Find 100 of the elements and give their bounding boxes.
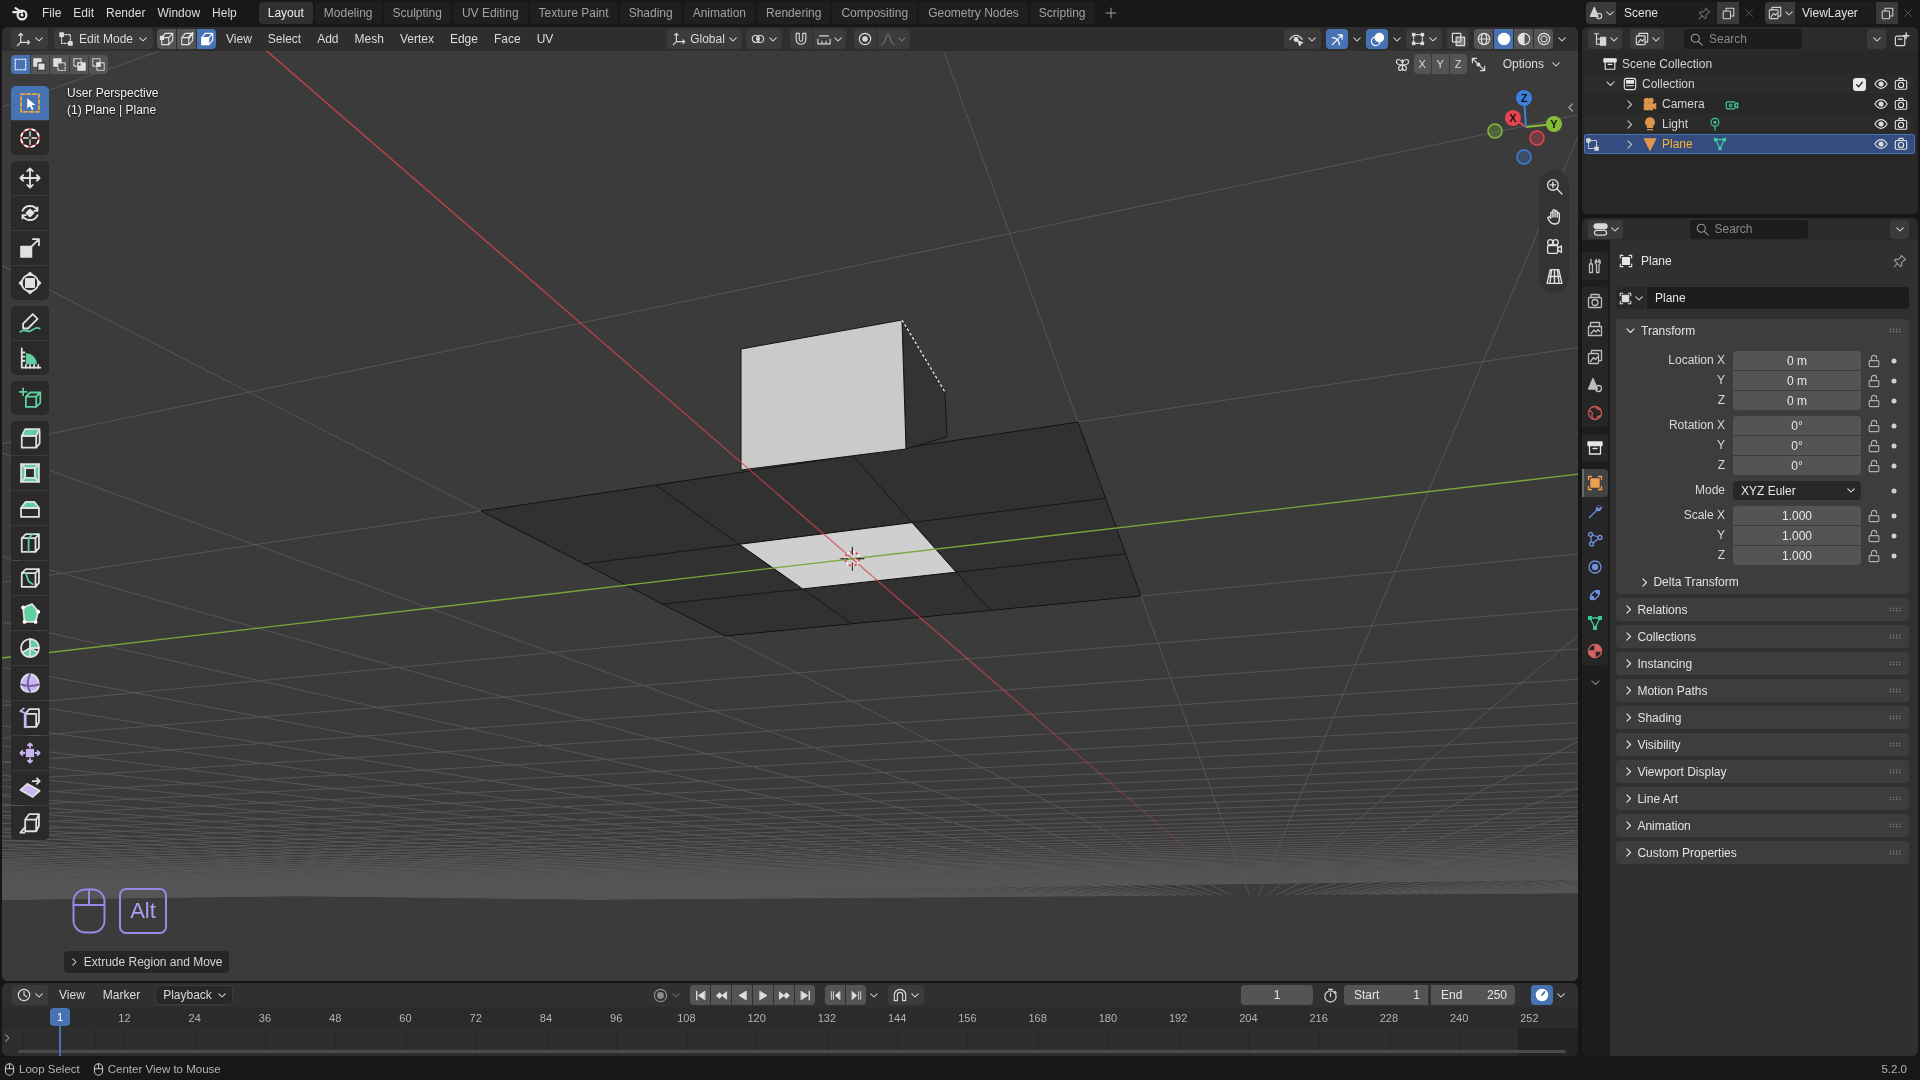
- butterfly-icon[interactable]: [1394, 56, 1410, 72]
- hand-icon[interactable]: [1545, 208, 1563, 225]
- menu-item[interactable]: Face: [487, 29, 527, 49]
- dot-icon[interactable]: [1891, 397, 1897, 404]
- tool-button[interactable]: [11, 121, 49, 155]
- subpanel-header[interactable]: Delta Transform: [1616, 571, 1739, 593]
- copy-button[interactable]: [1876, 2, 1898, 24]
- tool-button[interactable]: [11, 456, 49, 490]
- shading-mode-button[interactable]: [1474, 29, 1493, 49]
- open-padlock-icon[interactable]: [1867, 353, 1881, 368]
- filter-options-dropdown[interactable]: [1867, 29, 1886, 49]
- shading-mode-button[interactable]: [1494, 29, 1513, 49]
- panel-header[interactable]: Transform: [1616, 319, 1909, 342]
- caret-icon[interactable]: [1353, 36, 1361, 42]
- pin-icon[interactable]: [1893, 254, 1907, 268]
- menu-item[interactable]: Vertex: [393, 29, 440, 49]
- chevron-icon[interactable]: [5, 1034, 10, 1042]
- search-field[interactable]: Search: [1684, 29, 1802, 49]
- axis-dot-icon[interactable]: [1529, 130, 1545, 146]
- add-box-icon[interactable]: [1894, 31, 1909, 47]
- tool-button[interactable]: [11, 421, 49, 455]
- axis-dot-icon[interactable]: [1487, 123, 1503, 139]
- selection-mode-button[interactable]: [89, 54, 108, 74]
- panel-header[interactable]: Instancing: [1616, 652, 1909, 675]
- copy-button[interactable]: [1717, 2, 1739, 24]
- tool-button[interactable]: [11, 596, 49, 630]
- visibility-dropdown[interactable]: [1284, 29, 1321, 49]
- chevron-icon[interactable]: [1605, 81, 1615, 87]
- workspace-tab[interactable]: Texture Paint: [529, 2, 618, 24]
- extruded-box[interactable]: [740, 319, 948, 471]
- number-field[interactable]: 0 m: [1733, 351, 1861, 370]
- operator-panel[interactable]: Extrude Region and Move: [64, 951, 229, 973]
- chevron-icon[interactable]: [1627, 99, 1633, 109]
- dot-icon[interactable]: [1891, 422, 1897, 429]
- dot-icon[interactable]: [1891, 357, 1897, 364]
- gizmo-toggle[interactable]: [1326, 29, 1348, 49]
- eye-icon[interactable]: [1874, 117, 1888, 131]
- workspace-tab[interactable]: Rendering: [757, 2, 831, 24]
- object-type-dropdown[interactable]: [1616, 287, 1646, 309]
- menu-item[interactable]: View: [220, 29, 258, 49]
- open-padlock-icon[interactable]: [1867, 393, 1881, 408]
- axis-handle[interactable]: Z: [1516, 90, 1532, 128]
- chevron-icon[interactable]: [1627, 119, 1633, 129]
- editor-type-dropdown[interactable]: [12, 985, 48, 1005]
- panel-header[interactable]: Shading: [1616, 706, 1909, 729]
- menu-item[interactable]: Mesh: [348, 29, 390, 49]
- workspace-tab[interactable]: Geometry Nodes: [919, 2, 1028, 24]
- filter-dropdown[interactable]: [1630, 29, 1664, 49]
- workspace-tab[interactable]: Animation: [683, 2, 756, 24]
- display-mode-dropdown[interactable]: [1588, 29, 1622, 49]
- axis-handle[interactable]: Y: [1525, 116, 1562, 132]
- dot-icon[interactable]: [1891, 532, 1897, 539]
- zoom-icon[interactable]: [1545, 178, 1563, 195]
- dot-icon[interactable]: [1891, 442, 1897, 449]
- tool-button[interactable]: [11, 231, 49, 265]
- panel-header[interactable]: Custom Properties: [1616, 841, 1909, 864]
- selection-square-icon[interactable]: [1585, 137, 1599, 151]
- panel-header[interactable]: Animation: [1616, 814, 1909, 837]
- menu-item[interactable]: View: [52, 985, 92, 1005]
- step-back-button[interactable]: [825, 985, 845, 1005]
- outliner-row[interactable]: Camera: [1584, 94, 1915, 114]
- number-field[interactable]: 1.000: [1733, 546, 1861, 565]
- chevron-icon[interactable]: [1591, 680, 1600, 686]
- playhead[interactable]: 1: [50, 1008, 70, 1056]
- tool-button[interactable]: [11, 526, 49, 560]
- workspace-tab[interactable]: Scripting: [1029, 2, 1095, 24]
- scene-selector[interactable]: [1586, 2, 1616, 24]
- shading-mode-button[interactable]: [1514, 29, 1533, 49]
- menu-item[interactable]: Help: [206, 2, 243, 24]
- workspace-tab[interactable]: Layout: [258, 2, 313, 24]
- overlay-toggle[interactable]: [1366, 29, 1388, 49]
- snap-toggle[interactable]: [789, 29, 812, 49]
- eye-icon[interactable]: [1874, 137, 1888, 151]
- panel-header[interactable]: Relations: [1616, 598, 1909, 621]
- mode-dropdown[interactable]: Edit Mode: [54, 29, 154, 49]
- dot-icon[interactable]: [1891, 552, 1897, 559]
- number-field[interactable]: 0°: [1733, 436, 1861, 455]
- play-button[interactable]: [753, 985, 773, 1005]
- tool-button[interactable]: [11, 666, 49, 700]
- search-field[interactable]: Search: [1689, 219, 1808, 239]
- open-padlock-icon[interactable]: [1867, 548, 1881, 563]
- select-mode-button[interactable]: [197, 29, 217, 49]
- select-mode-button[interactable]: [177, 29, 197, 49]
- camera-icon[interactable]: [1894, 77, 1908, 91]
- tool-button[interactable]: [11, 631, 49, 665]
- menu-item[interactable]: Edge: [443, 29, 484, 49]
- workspace-tab[interactable]: Sculpting: [383, 2, 451, 24]
- play-reverse-button[interactable]: [732, 985, 752, 1005]
- tool-button[interactable]: [11, 771, 49, 805]
- tool-button[interactable]: [11, 341, 49, 375]
- open-padlock-icon[interactable]: [1867, 458, 1881, 473]
- menu-item[interactable]: Marker: [95, 985, 148, 1005]
- view-layer-selector[interactable]: [1765, 2, 1795, 24]
- panel-header[interactable]: Collections: [1616, 625, 1909, 648]
- record-icon[interactable]: [653, 987, 668, 1003]
- open-padlock-icon[interactable]: [1867, 528, 1881, 543]
- scene-name-field[interactable]: Scene: [1616, 2, 1716, 24]
- workspace-tab[interactable]: UV Editing: [452, 2, 528, 24]
- number-field[interactable]: 0 m: [1733, 371, 1861, 390]
- menu-item[interactable]: Select: [261, 29, 308, 49]
